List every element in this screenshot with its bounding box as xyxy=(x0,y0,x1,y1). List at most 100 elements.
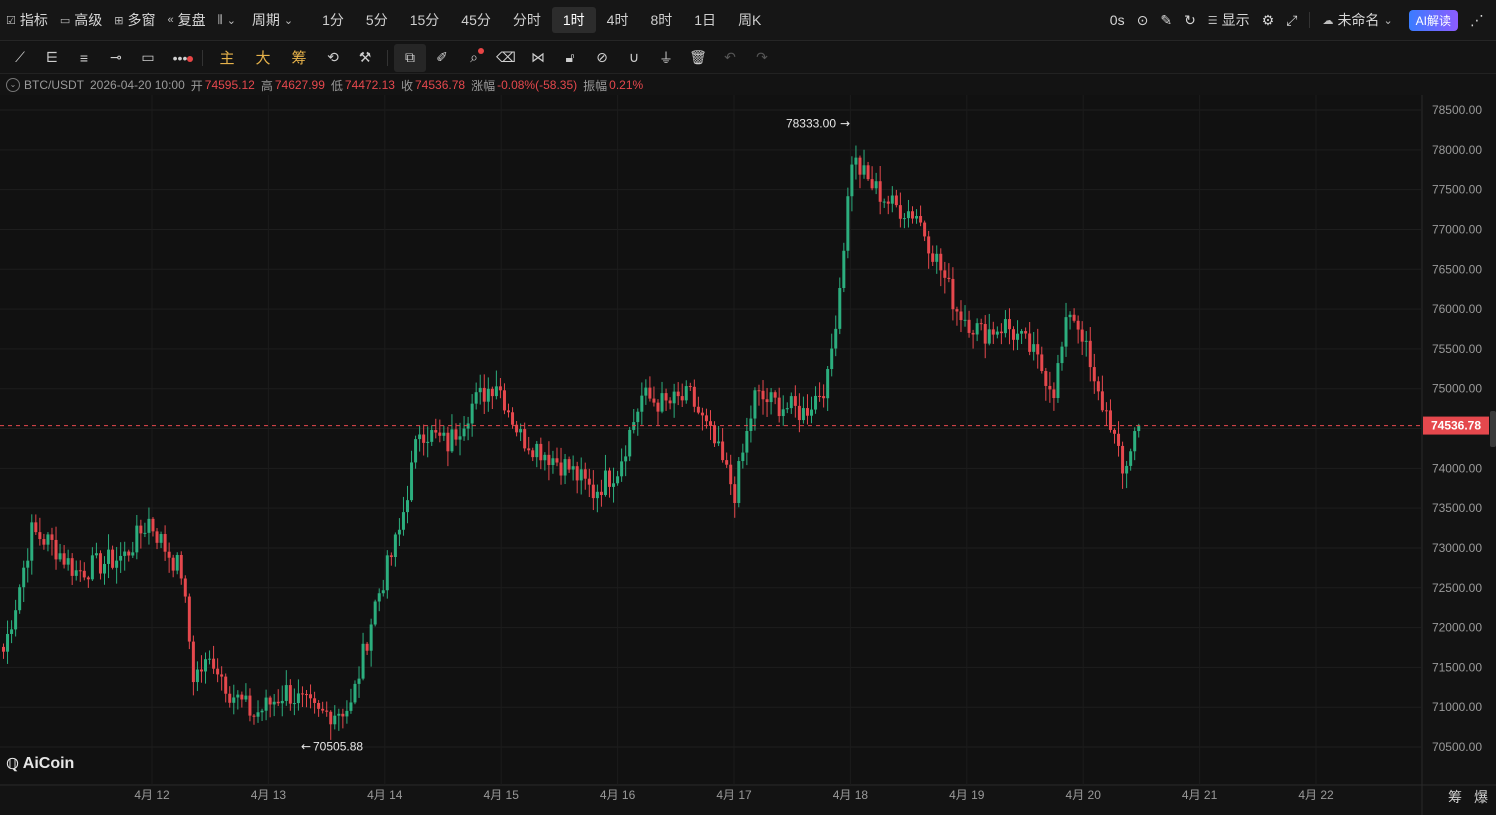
multi-window-button[interactable]: ⊞ 多窗 xyxy=(108,6,161,34)
layout-dropdown[interactable]: ☁ 未命名 ⌄ xyxy=(1316,6,1402,34)
x-tick-label: 4月 15 xyxy=(484,788,520,802)
candle-body xyxy=(14,610,18,630)
period-tab[interactable]: 4时 xyxy=(596,7,640,33)
copy-drawing-tool[interactable]: ⧉ xyxy=(394,43,426,72)
folder-icon: ▭ xyxy=(59,14,71,27)
compare-tool[interactable]: ⟲ xyxy=(317,44,349,72)
candle-body xyxy=(2,646,5,652)
candle-body xyxy=(486,388,490,402)
y-tick-label: 73000.00 xyxy=(1432,541,1482,555)
candle-body xyxy=(244,695,248,700)
candle-body xyxy=(357,678,361,684)
candle-body xyxy=(1084,340,1088,342)
draw-button[interactable]: ✎ xyxy=(1154,6,1178,34)
ruler-tool[interactable]: ✐ xyxy=(426,44,458,72)
candle-body xyxy=(608,470,611,487)
candle-body xyxy=(850,164,854,197)
candle-body xyxy=(862,165,866,175)
candle-body xyxy=(1104,410,1108,412)
candle-body xyxy=(975,323,979,335)
candle-body xyxy=(74,570,78,576)
candle-body xyxy=(284,685,288,701)
period-tab[interactable]: 周K xyxy=(727,7,772,33)
period-tab[interactable]: 1分 xyxy=(311,7,355,33)
drawing-toolbar: ⟋ ⋿ ≡ ⊸ ▭ ••• 主 大 筹 ⟲ ⚒ ⧉ ✐ ⌕ ⌫ ⋈ 🔓︎ ⊘ ∪… xyxy=(0,42,1496,74)
indicators-button[interactable]: ☑ 指标 xyxy=(0,6,54,34)
hide-tool[interactable]: ⊘ xyxy=(586,44,618,72)
candle-body xyxy=(1052,389,1056,399)
aicoin-logo: ℚ AiCoin xyxy=(6,755,74,773)
screenshot-button[interactable]: ⊙ xyxy=(1131,6,1155,34)
candle-body xyxy=(470,403,474,424)
period-tab[interactable]: 分时 xyxy=(502,7,552,33)
zoom-tool[interactable]: ⌕ xyxy=(458,44,490,72)
candle-body xyxy=(741,452,745,462)
filter-tool[interactable]: ⏚ xyxy=(650,44,682,72)
liquidation-button[interactable]: 爆 xyxy=(1474,787,1488,807)
scroll-handle[interactable] xyxy=(1490,411,1496,447)
compare-icon: ⟲ xyxy=(327,49,339,65)
candle-body xyxy=(563,459,567,476)
settings-button[interactable]: ⚙ xyxy=(1256,6,1281,34)
main-chip-tool[interactable]: 主 xyxy=(209,44,245,72)
candlestick-chart[interactable]: 78500.00 78000.00 77500.00 77000.00 76500.00… xyxy=(0,95,1496,815)
display-button[interactable]: ☰ 显示 xyxy=(1202,6,1256,34)
candle-body xyxy=(292,703,296,705)
magnet-tool[interactable]: ∪ xyxy=(618,44,650,72)
brush-icon: ⚒ xyxy=(358,49,372,65)
period-tab[interactable]: 5分 xyxy=(355,7,399,33)
share-button[interactable]: ⋰ xyxy=(1464,6,1490,34)
candle-body xyxy=(490,388,494,397)
advanced-button[interactable]: ▭ 高级 xyxy=(54,6,108,34)
collapse-icon[interactable]: ⌄ xyxy=(6,78,20,92)
candle-body xyxy=(854,157,858,165)
redo-button[interactable]: ↷ xyxy=(746,44,778,72)
candle-body xyxy=(90,555,94,580)
replay-button[interactable]: «复盘 xyxy=(162,6,212,34)
line-icon: ⟋ xyxy=(15,49,25,65)
candle-body xyxy=(842,250,846,289)
trend-line-tool[interactable]: ⟋ xyxy=(4,44,36,72)
rectangle-tool[interactable]: ▭ xyxy=(132,44,164,72)
parallel-channel-tool[interactable]: ⋿ xyxy=(36,44,68,72)
eraser-tool[interactable]: ⌫ xyxy=(490,44,522,72)
candle-body xyxy=(882,201,886,203)
lock-tool[interactable]: 🔓︎ xyxy=(554,44,586,72)
candle-body xyxy=(729,464,733,485)
period-dropdown[interactable]: 周期 ⌄ xyxy=(246,6,303,34)
period-tab[interactable]: 45分 xyxy=(450,7,502,33)
candle-body xyxy=(454,429,458,440)
period-tab[interactable]: 15分 xyxy=(399,7,451,33)
magnet-icon: ∪ xyxy=(628,49,640,65)
period-tab[interactable]: 1时 xyxy=(551,7,596,33)
fib-tool[interactable]: ≡ xyxy=(68,44,100,72)
sync-button[interactable]: ↻ xyxy=(1178,6,1202,34)
pattern-tool[interactable]: ⋈ xyxy=(522,44,554,72)
candle-body xyxy=(620,461,624,477)
big-order-tool[interactable]: 大 xyxy=(245,44,281,72)
chip-distribution-tool[interactable]: 筹 xyxy=(281,44,317,72)
rewind-icon: « xyxy=(167,14,174,26)
fullscreen-button[interactable]: ⤢ xyxy=(1280,6,1303,34)
candle-body xyxy=(1020,331,1024,334)
period-tab[interactable]: 8时 xyxy=(639,7,683,33)
candle-body xyxy=(50,534,54,540)
x-tick-label: 4月 20 xyxy=(1066,788,1102,802)
candle-body xyxy=(300,693,304,695)
delete-tool[interactable]: 🗑︎ xyxy=(682,44,714,72)
x-tick-label: 4月 16 xyxy=(600,788,636,802)
horizontal-line-tool[interactable]: ⊸ xyxy=(100,44,132,72)
candle-body xyxy=(676,391,680,397)
chip-button[interactable]: 筹 xyxy=(1448,787,1462,807)
candle-body xyxy=(406,500,409,513)
ai-interpret-button[interactable]: AI解读 xyxy=(1403,6,1464,34)
period-tab[interactable]: 1日 xyxy=(683,7,727,33)
amplitude-key: 振幅 xyxy=(583,78,608,93)
more-tools[interactable]: ••• xyxy=(164,44,196,72)
undo-button[interactable]: ↶ xyxy=(714,44,746,72)
chart-type-button[interactable]: ⫼ ⌄ xyxy=(212,6,246,34)
candle-body xyxy=(519,429,523,433)
low-value: 74472.13 xyxy=(344,78,395,92)
undo-icon: ↶ xyxy=(724,49,736,65)
brush-tool[interactable]: ⚒ xyxy=(349,44,381,72)
